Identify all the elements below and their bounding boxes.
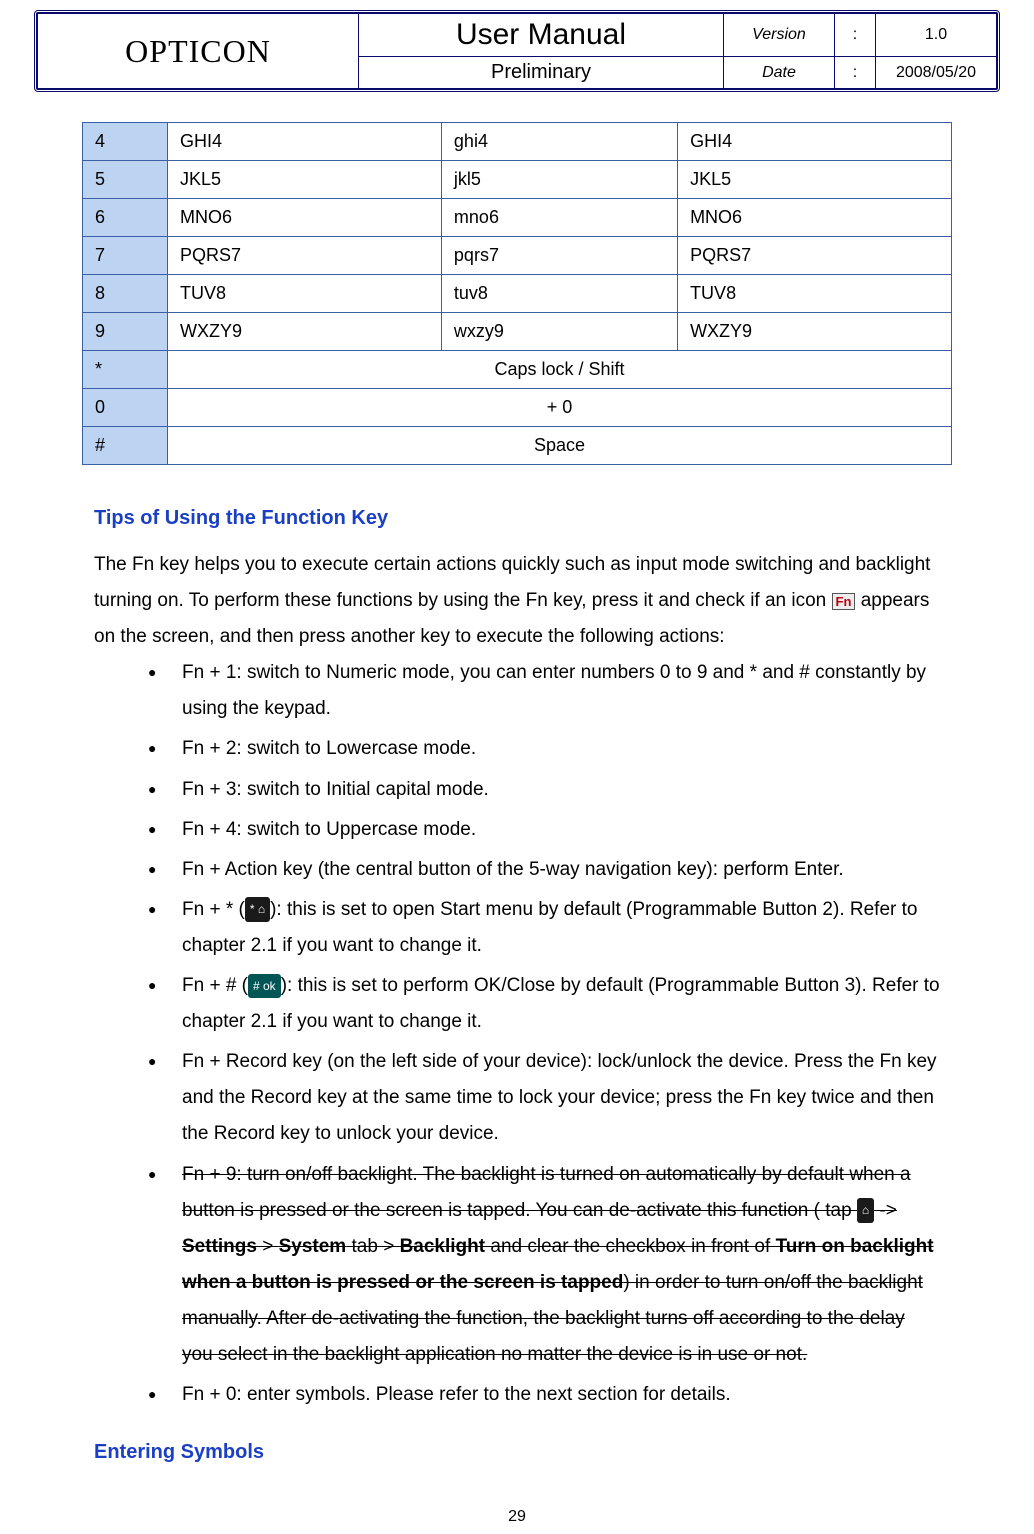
key-table-merged: *Caps lock / Shift0+ 0#Space xyxy=(83,351,952,465)
header: OPTICON User Manual Version : 1.0 Prelim… xyxy=(34,10,1000,92)
key-cell: 9 xyxy=(83,313,168,351)
low-cell: pqrs7 xyxy=(441,237,677,275)
header-table: OPTICON User Manual Version : 1.0 Prelim… xyxy=(37,13,997,89)
table-row: 5JKL5jkl5JKL5 xyxy=(83,161,952,199)
init-cell: PQRS7 xyxy=(678,237,952,275)
init-cell: TUV8 xyxy=(678,275,952,313)
version-label: Version xyxy=(724,14,835,57)
table-row: #Space xyxy=(83,427,952,465)
low-cell: jkl5 xyxy=(441,161,677,199)
tip-item: Fn + 2: switch to Lowercase mode. xyxy=(148,731,940,767)
tip-item: Fn + 3: switch to Initial capital mode. xyxy=(148,772,940,808)
tip-item: Fn + Record key (on the left side of you… xyxy=(148,1044,940,1152)
tips-intro: The Fn key helps you to execute certain … xyxy=(94,547,940,655)
key-mapping-table: 4GHI4ghi4GHI45JKL5jkl5JKL56MNO6mno6MNO67… xyxy=(82,122,952,465)
table-row: *Caps lock / Shift xyxy=(83,351,952,389)
tip-item: Fn + * (* ⌂): this is set to open Start … xyxy=(148,892,940,964)
key-cell: 4 xyxy=(83,123,168,161)
tip-item-deleted: Fn + 9: turn on/off backlight. The backl… xyxy=(148,1157,940,1374)
merged-cell: Caps lock / Shift xyxy=(168,351,952,389)
init-cell: WXZY9 xyxy=(678,313,952,351)
brand: OPTICON xyxy=(38,14,359,89)
colon: : xyxy=(835,57,876,89)
date-value: 2008/05/20 xyxy=(876,57,997,89)
symbols-section: Entering Symbols xyxy=(94,1433,940,1471)
caps-cell: GHI4 xyxy=(168,123,442,161)
caps-cell: PQRS7 xyxy=(168,237,442,275)
key-cell: 5 xyxy=(83,161,168,199)
page: OPTICON User Manual Version : 1.0 Prelim… xyxy=(0,0,1034,1534)
page-number: 29 xyxy=(0,1508,1034,1526)
tips-list: Fn + 1: switch to Numeric mode, you can … xyxy=(94,655,940,1413)
merged-cell: + 0 xyxy=(168,389,952,427)
fn-hash-pre: Fn + # ( xyxy=(182,975,248,996)
init-cell: MNO6 xyxy=(678,199,952,237)
init-cell: JKL5 xyxy=(678,161,952,199)
table-row: 7PQRS7pqrs7PQRS7 xyxy=(83,237,952,275)
table-row: 8TUV8tuv8TUV8 xyxy=(83,275,952,313)
version-value: 1.0 xyxy=(876,14,997,57)
document-title: User Manual xyxy=(359,14,724,57)
fn-star-pre: Fn + * ( xyxy=(182,899,245,920)
low-cell: ghi4 xyxy=(441,123,677,161)
caps-cell: TUV8 xyxy=(168,275,442,313)
key-table-rows: 4GHI4ghi4GHI45JKL5jkl5JKL56MNO6mno6MNO67… xyxy=(83,123,952,351)
intro-pre: The Fn key helps you to execute certain … xyxy=(94,554,930,611)
low-cell: wxzy9 xyxy=(441,313,677,351)
caps-cell: MNO6 xyxy=(168,199,442,237)
tip-item: Fn + 0: enter symbols. Please refer to t… xyxy=(148,1377,940,1413)
tip-item: Fn + 4: switch to Uppercase mode. xyxy=(148,812,940,848)
key-cell: 7 xyxy=(83,237,168,275)
table-row: 9WXZY9wxzy9WXZY9 xyxy=(83,313,952,351)
hash-key-icon: # ok xyxy=(248,974,281,999)
tip-item: Fn + Action key (the central button of t… xyxy=(148,852,940,888)
key-cell: 6 xyxy=(83,199,168,237)
caps-cell: JKL5 xyxy=(168,161,442,199)
key-cell: * xyxy=(83,351,168,389)
start-icon: ⌂ xyxy=(857,1198,874,1223)
low-cell: mno6 xyxy=(441,199,677,237)
key-cell: 8 xyxy=(83,275,168,313)
fn-icon: Fn xyxy=(832,593,856,610)
low-cell: tuv8 xyxy=(441,275,677,313)
fn-hash-post: ): this is set to perform OK/Close by de… xyxy=(182,975,940,1032)
colon: : xyxy=(835,14,876,57)
tips-section: Tips of Using the Function Key The Fn ke… xyxy=(94,499,940,1413)
preliminary-label: Preliminary xyxy=(359,57,724,89)
tip-item: Fn + 1: switch to Numeric mode, you can … xyxy=(148,655,940,727)
tips-title: Tips of Using the Function Key xyxy=(94,499,940,537)
key-cell: # xyxy=(83,427,168,465)
symbols-title: Entering Symbols xyxy=(94,1433,940,1471)
table-row: 4GHI4ghi4GHI4 xyxy=(83,123,952,161)
table-row: 6MNO6mno6MNO6 xyxy=(83,199,952,237)
caps-cell: WXZY9 xyxy=(168,313,442,351)
star-key-icon: * ⌂ xyxy=(245,897,270,922)
fn-star-post: ): this is set to open Start menu by def… xyxy=(182,899,917,956)
merged-cell: Space xyxy=(168,427,952,465)
table-row: 0+ 0 xyxy=(83,389,952,427)
tip-item: Fn + # (# ok): this is set to perform OK… xyxy=(148,968,940,1040)
key-cell: 0 xyxy=(83,389,168,427)
date-label: Date xyxy=(724,57,835,89)
init-cell: GHI4 xyxy=(678,123,952,161)
